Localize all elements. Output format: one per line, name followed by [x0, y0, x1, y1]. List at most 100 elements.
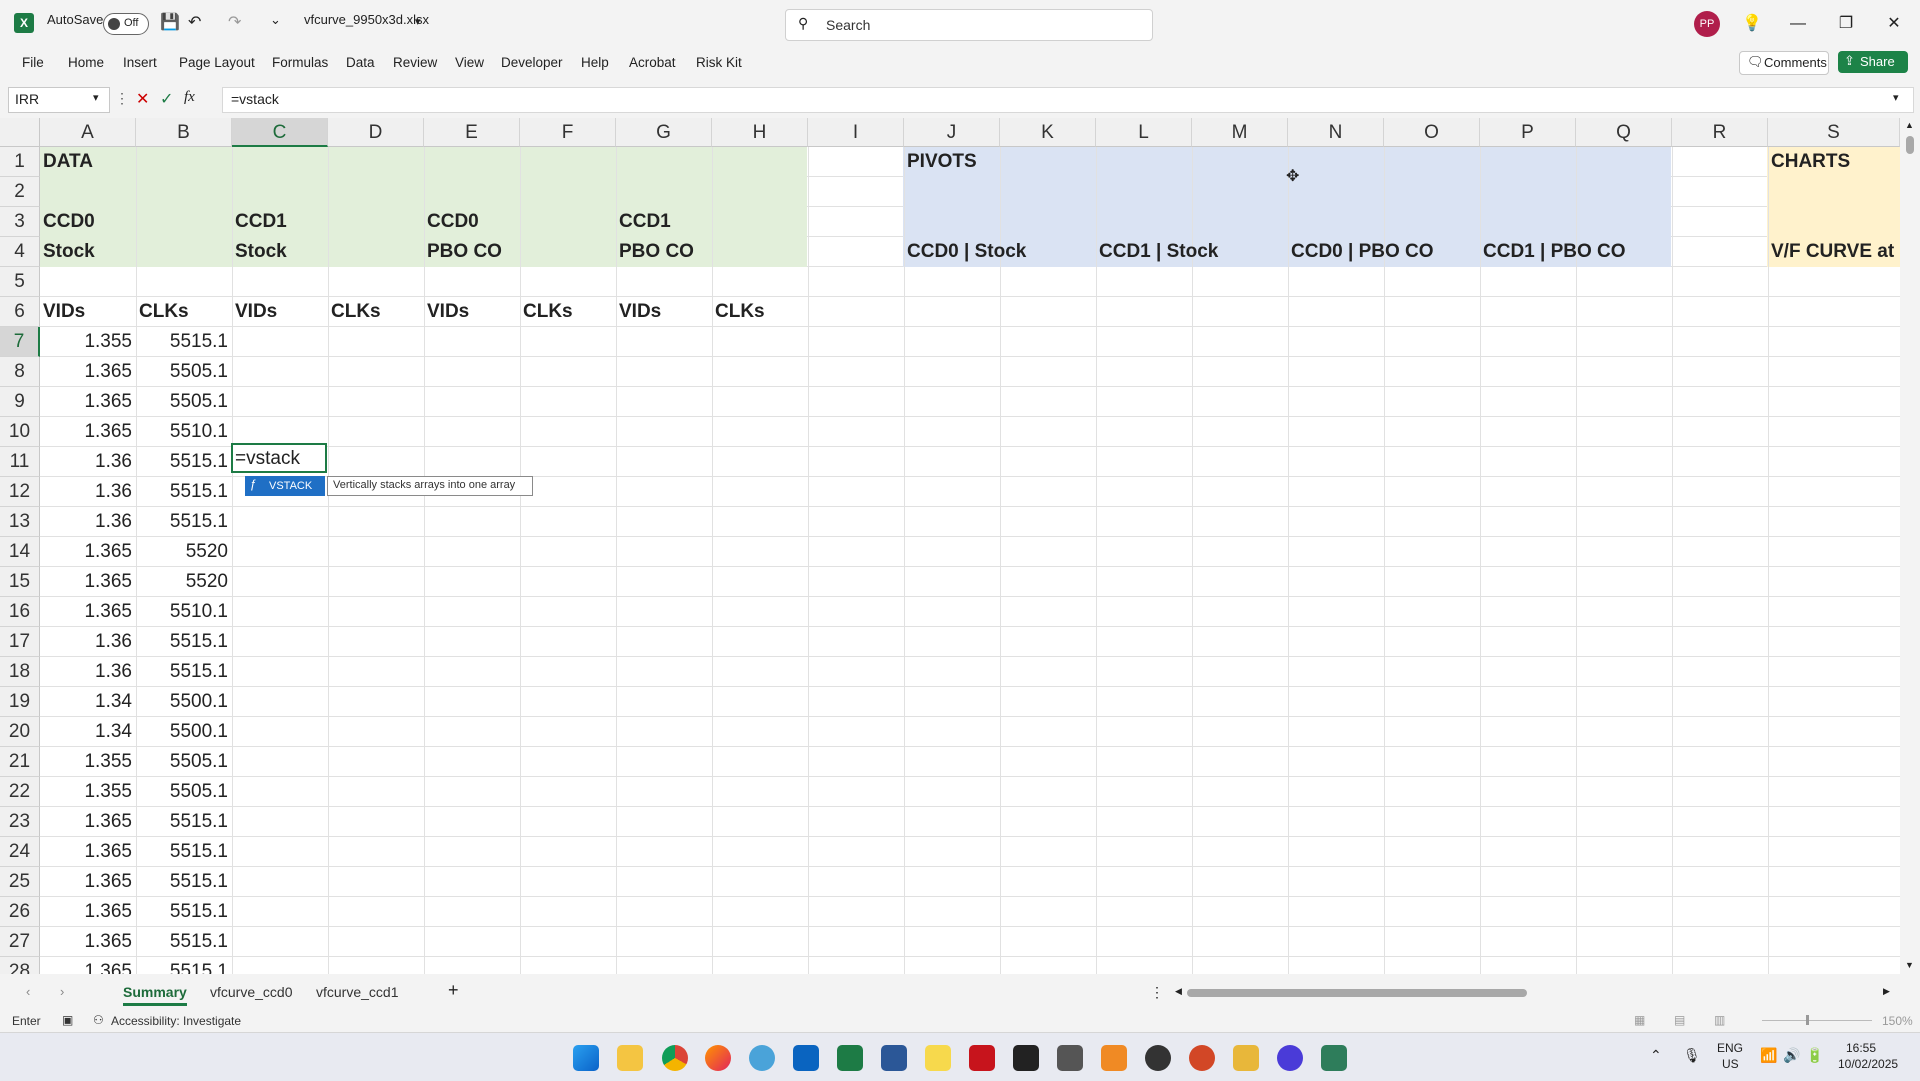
confirm-formula-icon[interactable]: ✓	[160, 89, 173, 109]
chevron-down-icon[interactable]: ▾	[415, 15, 421, 28]
horizontal-scroll-thumb[interactable]	[1187, 989, 1527, 997]
vids-cell[interactable]: 1.365	[40, 597, 132, 627]
ccd1-stock-header-2[interactable]: Stock	[235, 237, 287, 267]
horizontal-scrollbar[interactable]: ◀ ▶	[1175, 986, 1895, 1000]
vertical-scroll-thumb[interactable]	[1906, 136, 1914, 154]
name-box[interactable]: IRR ▾	[8, 87, 110, 113]
spreadsheet-grid[interactable]: A B C D E F G H I J K L M N O P Q R S DA…	[0, 118, 1900, 974]
row-header-15[interactable]: 15	[0, 567, 40, 597]
row-header-17[interactable]: 17	[0, 627, 40, 657]
row-header-25[interactable]: 25	[0, 867, 40, 897]
redo-icon[interactable]: ↷	[228, 12, 241, 32]
clks-cell[interactable]: 5515.1	[136, 897, 228, 927]
clock-date[interactable]: 10/02/2025	[1838, 1057, 1898, 1071]
column-header-h[interactable]: H	[712, 118, 808, 147]
vids-header[interactable]: VIDs	[427, 297, 469, 327]
prev-sheet-icon[interactable]: ‹	[26, 984, 30, 999]
app-icon[interactable]	[1277, 1045, 1303, 1071]
column-header-i[interactable]: I	[808, 118, 904, 147]
vids-header[interactable]: VIDs	[235, 297, 277, 327]
macro-icon[interactable]: ▣	[62, 1013, 73, 1027]
clks-cell[interactable]: 5505.1	[136, 387, 228, 417]
outlook-icon[interactable]	[793, 1045, 819, 1071]
clks-cell[interactable]: 5505.1	[136, 357, 228, 387]
wifi-icon[interactable]: 📶	[1760, 1047, 1777, 1064]
chevron-down-icon[interactable]: ▾	[93, 91, 99, 104]
pivot-ccd0-pbo[interactable]: CCD0 | PBO CO	[1291, 237, 1434, 267]
column-header-c[interactable]: C	[232, 118, 328, 147]
region-code[interactable]: US	[1722, 1057, 1739, 1071]
row-header-27[interactable]: 27	[0, 927, 40, 957]
more-options-icon[interactable]: ⋮	[115, 90, 129, 107]
row-header-4[interactable]: 4	[0, 237, 40, 267]
clks-cell[interactable]: 5515.1	[136, 837, 228, 867]
terminal-icon[interactable]	[1013, 1045, 1039, 1071]
column-header-o[interactable]: O	[1384, 118, 1480, 147]
vids-cell[interactable]: 1.355	[40, 327, 132, 357]
clks-cell[interactable]: 5515.1	[136, 627, 228, 657]
row-header-23[interactable]: 23	[0, 807, 40, 837]
volume-icon[interactable]: 🔊	[1783, 1047, 1800, 1064]
tab-file[interactable]: File	[22, 55, 44, 70]
row-header-16[interactable]: 16	[0, 597, 40, 627]
clks-header[interactable]: CLKs	[523, 297, 573, 327]
row-header-8[interactable]: 8	[0, 357, 40, 387]
column-header-l[interactable]: L	[1096, 118, 1192, 147]
column-header-n[interactable]: N	[1288, 118, 1384, 147]
tab-page-layout[interactable]: Page Layout	[179, 55, 255, 70]
ccd0-pbo-header-1[interactable]: CCD0	[427, 207, 479, 237]
column-header-r[interactable]: R	[1672, 118, 1768, 147]
vids-cell[interactable]: 1.365	[40, 357, 132, 387]
customize-qat-icon[interactable]: ⌄	[270, 12, 281, 28]
sheet-tab-summary[interactable]: Summary	[123, 984, 187, 1006]
clks-header[interactable]: CLKs	[715, 297, 765, 327]
sticky-notes-icon[interactable]	[925, 1045, 951, 1071]
tab-acrobat[interactable]: Acrobat	[629, 55, 676, 70]
windows-start-icon[interactable]	[573, 1045, 599, 1071]
clks-cell[interactable]: 5500.1	[136, 717, 228, 747]
browser-icon[interactable]	[749, 1045, 775, 1071]
language-code[interactable]: ENG	[1717, 1041, 1743, 1055]
sublime-icon[interactable]	[1101, 1045, 1127, 1071]
save-icon[interactable]: 💾	[160, 12, 180, 32]
tab-risk-kit[interactable]: Risk Kit	[696, 55, 742, 70]
zoom-thumb[interactable]	[1806, 1015, 1809, 1025]
row-header-9[interactable]: 9	[0, 387, 40, 417]
restore-icon[interactable]: ❐	[1834, 12, 1858, 36]
row-header-13[interactable]: 13	[0, 507, 40, 537]
tab-review[interactable]: Review	[393, 55, 437, 70]
share-button[interactable]: ⇪ Share	[1838, 51, 1908, 73]
clks-cell[interactable]: 5515.1	[136, 867, 228, 897]
ccd1-pbo-header-2[interactable]: PBO CO	[619, 237, 694, 267]
clks-cell[interactable]: 5520	[136, 567, 228, 597]
vids-cell[interactable]: 1.365	[40, 387, 132, 417]
pivot-ccd1-stock[interactable]: CCD1 | Stock	[1099, 237, 1218, 267]
pivots-title[interactable]: PIVOTS	[907, 147, 977, 177]
row-header-19[interactable]: 19	[0, 687, 40, 717]
chevron-up-icon[interactable]: ⌃	[1650, 1047, 1662, 1064]
vids-cell[interactable]: 1.36	[40, 447, 132, 477]
row-header-3[interactable]: 3	[0, 207, 40, 237]
vids-cell[interactable]: 1.36	[40, 507, 132, 537]
vids-cell[interactable]: 1.365	[40, 927, 132, 957]
clks-cell[interactable]: 5500.1	[136, 687, 228, 717]
word-icon[interactable]	[881, 1045, 907, 1071]
zoom-slider[interactable]	[1762, 1020, 1872, 1021]
active-cell-c7[interactable]: =vstack	[231, 443, 327, 473]
chatgpt-icon[interactable]	[1145, 1045, 1171, 1071]
data-title[interactable]: DATA	[43, 147, 93, 177]
next-sheet-icon[interactable]: ›	[60, 984, 64, 999]
row-header-18[interactable]: 18	[0, 657, 40, 687]
ccd0-stock-header-2[interactable]: Stock	[43, 237, 95, 267]
tab-insert[interactable]: Insert	[123, 55, 157, 70]
tab-view[interactable]: View	[455, 55, 484, 70]
app-icon[interactable]	[1057, 1045, 1083, 1071]
pivot-ccd0-stock[interactable]: CCD0 | Stock	[907, 237, 1026, 267]
row-header-28[interactable]: 28	[0, 957, 40, 974]
add-sheet-icon[interactable]: +	[448, 980, 459, 1001]
clks-cell[interactable]: 5505.1	[136, 777, 228, 807]
clks-header[interactable]: CLKs	[331, 297, 381, 327]
clks-cell[interactable]: 5515.1	[136, 477, 228, 507]
ccd0-stock-header-1[interactable]: CCD0	[43, 207, 95, 237]
scroll-up-icon[interactable]: ▲	[1905, 120, 1914, 130]
